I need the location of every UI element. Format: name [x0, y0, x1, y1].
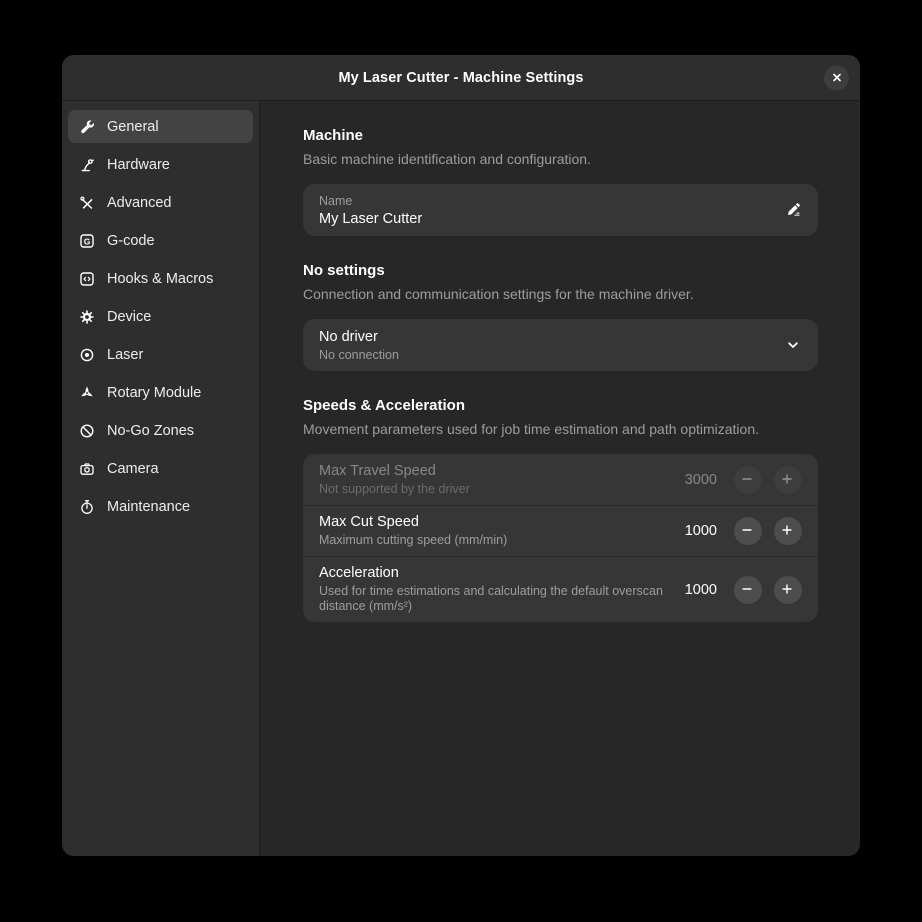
- section-title: No settings: [303, 262, 818, 279]
- driver-connection-status: No connection: [319, 348, 784, 362]
- speeds-group: Max Travel Speed Not supported by the dr…: [303, 454, 818, 622]
- titlebar: My Laser Cutter - Machine Settings: [62, 55, 860, 101]
- decrement-button[interactable]: [734, 517, 762, 545]
- max-travel-speed-row: Max Travel Speed Not supported by the dr…: [303, 454, 818, 505]
- sidebar-item-label: General: [107, 119, 159, 135]
- plus-icon: [780, 582, 796, 598]
- decrement-button: [734, 466, 762, 494]
- acceleration-value[interactable]: 1000: [675, 582, 717, 598]
- entry-text: Name My Laser Cutter: [319, 194, 784, 227]
- sidebar-item-maintenance[interactable]: Maintenance: [68, 490, 253, 523]
- rotary-chuck-icon: [79, 385, 95, 401]
- sidebar-item-hardware[interactable]: Hardware: [68, 148, 253, 181]
- section-title: Machine: [303, 127, 818, 144]
- laser-dot-icon: [79, 347, 95, 363]
- sidebar-item-label: Device: [107, 309, 151, 325]
- increment-button[interactable]: [774, 517, 802, 545]
- sidebar-item-label: Laser: [107, 347, 143, 363]
- minus-icon: [740, 523, 756, 539]
- sidebar-item-advanced[interactable]: Advanced: [68, 186, 253, 219]
- robot-arm-icon: [79, 157, 95, 173]
- increment-button: [774, 466, 802, 494]
- row-title: Max Travel Speed: [319, 463, 663, 479]
- sidebar-item-general[interactable]: General: [68, 110, 253, 143]
- section-description: Movement parameters used for job time es…: [303, 421, 818, 437]
- driver-selected-option: No driver: [319, 329, 784, 345]
- machine-settings-dialog: My Laser Cutter - Machine Settings Gener…: [62, 55, 860, 856]
- sidebar-item-hooks-macros[interactable]: Hooks & Macros: [68, 262, 253, 295]
- max-travel-speed-value: 3000: [675, 472, 717, 488]
- sidebar-item-laser[interactable]: Laser: [68, 338, 253, 371]
- minus-icon: [740, 582, 756, 598]
- camera-icon: [79, 461, 95, 477]
- row-subtitle: Not supported by the driver: [319, 482, 663, 497]
- max-cut-speed-row: Max Cut Speed Maximum cutting speed (mm/…: [303, 505, 818, 556]
- sidebar-item-gcode[interactable]: G G-code: [68, 224, 253, 257]
- sidebar-item-label: No-Go Zones: [107, 423, 194, 439]
- row-subtitle: Maximum cutting speed (mm/min): [319, 533, 663, 548]
- row-title: Acceleration: [319, 565, 663, 581]
- plus-icon: [780, 523, 796, 539]
- acceleration-row: Acceleration Used for time estimations a…: [303, 556, 818, 622]
- sidebar-item-no-go-zones[interactable]: No-Go Zones: [68, 414, 253, 447]
- edit-pencil-icon: [784, 201, 802, 219]
- max-cut-speed-value[interactable]: 1000: [675, 523, 717, 539]
- row-text: Max Cut Speed Maximum cutting speed (mm/…: [319, 514, 675, 548]
- gear-icon: [79, 309, 95, 325]
- wrench-icon: [79, 119, 95, 135]
- driver-select[interactable]: No driver No connection: [303, 319, 818, 371]
- prohibited-icon: [79, 423, 95, 439]
- sidebar-item-camera[interactable]: Camera: [68, 452, 253, 485]
- stopwatch-icon: [79, 499, 95, 515]
- combo-text: No driver No connection: [319, 329, 784, 362]
- sidebar-item-label: Advanced: [107, 195, 172, 211]
- minus-icon: [740, 472, 756, 488]
- row-text: Acceleration Used for time estimations a…: [319, 565, 675, 614]
- macro-badge-icon: [79, 271, 95, 287]
- sidebar-item-label: Rotary Module: [107, 385, 201, 401]
- row-subtitle: Used for time estimations and calculatin…: [319, 584, 663, 614]
- sidebar-item-label: Hooks & Macros: [107, 271, 213, 287]
- section-description: Connection and communication settings fo…: [303, 286, 818, 302]
- sidebar-item-label: Hardware: [107, 157, 170, 173]
- window-title: My Laser Cutter - Machine Settings: [338, 70, 583, 86]
- sidebar-item-label: Maintenance: [107, 499, 190, 515]
- settings-sidebar: General Hardware Advanced G G-code: [62, 101, 260, 856]
- close-button[interactable]: [824, 65, 849, 90]
- plus-icon: [780, 472, 796, 488]
- section-driver: No settings Connection and communication…: [303, 262, 818, 371]
- crossed-tools-icon: [79, 195, 95, 211]
- row-text: Max Travel Speed Not supported by the dr…: [319, 463, 675, 497]
- sidebar-item-rotary-module[interactable]: Rotary Module: [68, 376, 253, 409]
- sidebar-item-device[interactable]: Device: [68, 300, 253, 333]
- settings-content: Machine Basic machine identification and…: [260, 101, 860, 856]
- section-description: Basic machine identification and configu…: [303, 151, 818, 167]
- increment-button[interactable]: [774, 576, 802, 604]
- section-title: Speeds & Acceleration: [303, 397, 818, 414]
- gcode-badge-icon: G: [79, 233, 95, 249]
- section-speeds: Speeds & Acceleration Movement parameter…: [303, 397, 818, 622]
- name-field-label: Name: [319, 194, 784, 208]
- section-machine: Machine Basic machine identification and…: [303, 127, 818, 236]
- svg-text:G: G: [84, 236, 91, 246]
- close-icon: [829, 70, 845, 86]
- machine-name-entry[interactable]: Name My Laser Cutter: [303, 184, 818, 236]
- decrement-button[interactable]: [734, 576, 762, 604]
- name-field-value[interactable]: My Laser Cutter: [319, 211, 784, 227]
- sidebar-item-label: G-code: [107, 233, 155, 249]
- row-title: Max Cut Speed: [319, 514, 663, 530]
- chevron-down-icon: [784, 336, 802, 354]
- sidebar-item-label: Camera: [107, 461, 159, 477]
